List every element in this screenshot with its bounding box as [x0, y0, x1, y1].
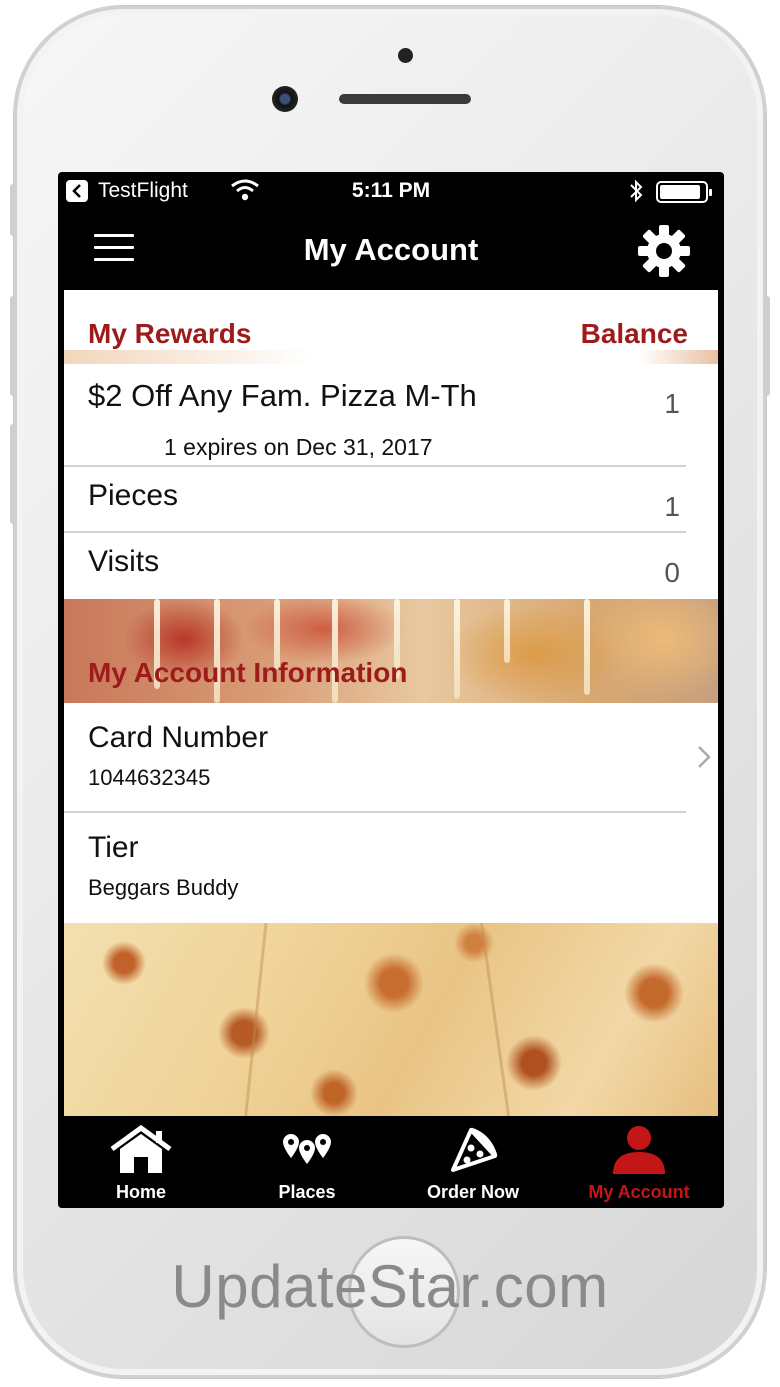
tab-home[interactable]: Home	[58, 1116, 224, 1208]
account-info-title: My Account Information	[88, 657, 408, 688]
nav-bar: My Account	[58, 212, 724, 290]
gear-icon[interactable]	[636, 223, 692, 279]
map-pins-icon	[224, 1124, 390, 1176]
stat-row-pieces: Pieces 1	[64, 467, 686, 533]
house-icon	[58, 1124, 224, 1176]
reward-item[interactable]: $2 Off Any Fam. Pizza M-Th 1 1 expires o…	[64, 364, 686, 467]
info-label: Card Number	[88, 721, 269, 754]
balance-label: Balance	[580, 318, 688, 349]
bluetooth-icon	[628, 178, 644, 209]
volume-up-button	[10, 296, 16, 396]
tier-row: Tier Beggars Buddy	[64, 813, 718, 923]
tab-label: Places	[278, 1182, 336, 1202]
front-camera	[272, 86, 298, 112]
info-value: Beggars Buddy	[88, 875, 239, 900]
page-title: My Account	[303, 232, 479, 267]
user-icon	[556, 1124, 722, 1176]
tab-label: My Account	[588, 1182, 690, 1202]
power-button	[764, 296, 770, 396]
back-arrow-icon[interactable]	[66, 180, 88, 202]
chevron-right-icon[interactable]	[694, 743, 714, 771]
wifi-icon	[230, 178, 260, 207]
account-info-header: My Account Information	[64, 599, 718, 703]
stat-row-visits: Visits 0	[64, 533, 686, 599]
proximity-sensor	[398, 48, 413, 63]
stat-value: 1	[664, 491, 680, 522]
status-bar: TestFlight 5:11 PM	[58, 172, 724, 212]
pizza-background-image	[64, 923, 718, 1116]
reward-name: $2 Off Any Fam. Pizza M-Th	[88, 378, 477, 413]
tab-my-account[interactable]: My Account	[556, 1116, 722, 1208]
watermark: UpdateStar.com	[171, 1253, 609, 1320]
rewards-title: My Rewards	[88, 318, 252, 349]
info-label: Tier	[88, 831, 139, 864]
back-app-label[interactable]: TestFlight	[98, 179, 188, 203]
rewards-header: My Rewards Balance	[64, 290, 718, 364]
account-content: My Rewards Balance $2 Off Any Fam. Pizza…	[64, 290, 718, 1116]
stat-value: 0	[664, 557, 680, 588]
pizza-slice-icon	[390, 1124, 556, 1176]
reward-count: 1	[664, 388, 680, 419]
app-screen: TestFlight 5:11 PM My Account My Rewards…	[58, 172, 724, 1208]
stat-label: Pieces	[88, 479, 179, 512]
tab-label: Order Now	[426, 1182, 519, 1202]
earpiece-speaker	[339, 94, 471, 104]
mute-switch	[10, 184, 16, 236]
reward-expiry: 1 expires on Dec 31, 2017	[164, 434, 433, 460]
stat-label: Visits	[88, 545, 160, 578]
volume-down-button	[10, 424, 16, 524]
tab-order-now[interactable]: Order Now	[390, 1116, 556, 1208]
card-number-row[interactable]: Card Number 1044632345	[64, 703, 711, 813]
tab-places[interactable]: Places	[224, 1116, 390, 1208]
tab-label: Home	[115, 1182, 166, 1202]
tab-bar: Home Places Order Now My Account	[58, 1116, 724, 1208]
info-value: 1044632345	[88, 765, 211, 790]
battery-icon	[656, 181, 712, 203]
